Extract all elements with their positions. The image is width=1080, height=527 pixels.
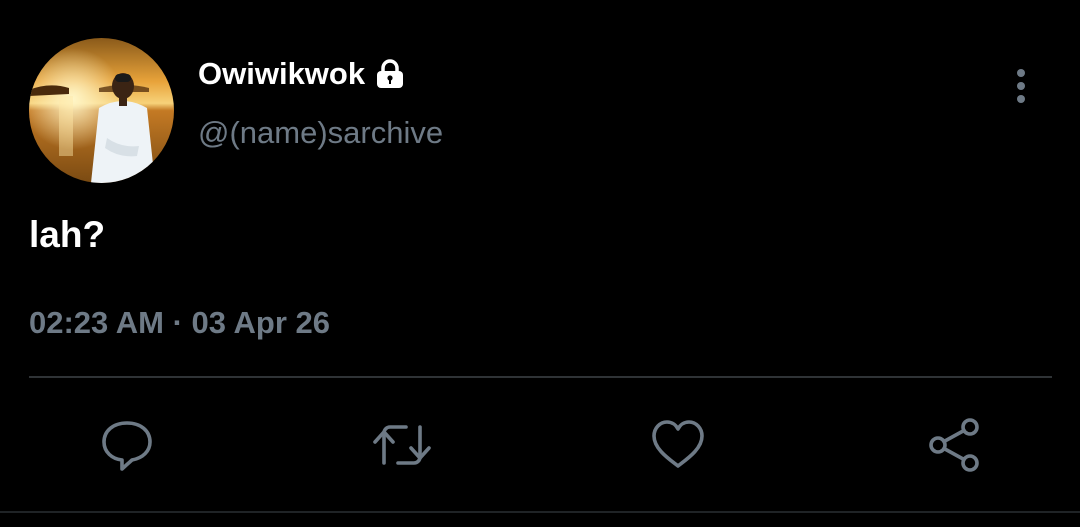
author-name-row: Owiwikwok (198, 54, 407, 94)
username-handle[interactable]: @(name)sarchive (198, 113, 443, 153)
reply-button[interactable] (96, 414, 158, 476)
display-name[interactable]: Owiwikwok (198, 54, 365, 94)
tweet-date: 03 Apr 26 (191, 305, 330, 340)
reply-icon (102, 421, 152, 471)
heart-icon (652, 420, 704, 468)
bottom-divider (0, 511, 1080, 513)
divider (29, 376, 1052, 378)
meta-separator: · (172, 305, 183, 340)
more-options-button[interactable] (1003, 64, 1039, 108)
share-button[interactable] (923, 414, 985, 476)
like-button[interactable] (647, 414, 709, 476)
tweet-timestamp: 02:23 AM · 03 Apr 26 (29, 302, 330, 344)
avatar[interactable] (29, 38, 174, 183)
tweet-text: lah? (29, 214, 106, 255)
avatar-image (29, 38, 174, 183)
share-icon (929, 418, 979, 472)
retweet-icon (373, 425, 431, 465)
tweet-time: 02:23 AM (29, 305, 164, 340)
retweet-button[interactable] (371, 414, 433, 476)
more-vertical-icon (1017, 69, 1025, 103)
lock-icon (373, 57, 407, 91)
